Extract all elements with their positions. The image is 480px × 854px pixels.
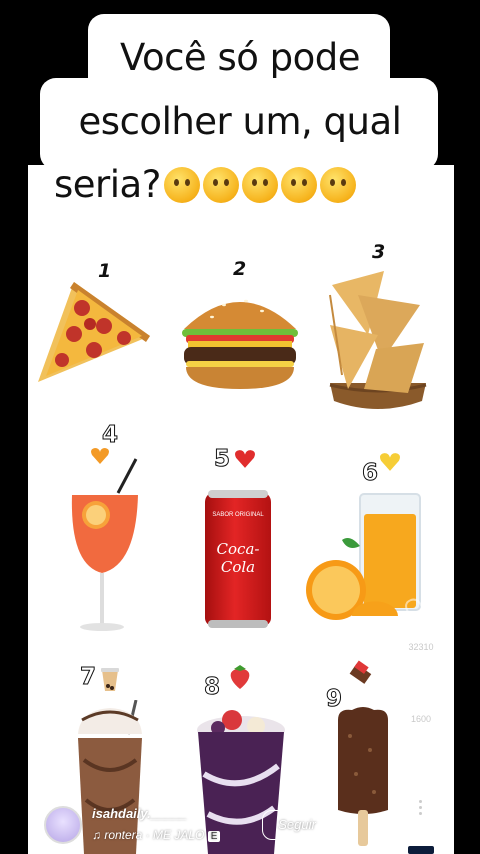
laughing-tears-face-icon xyxy=(319,167,356,203)
bubble-tea-icon xyxy=(101,668,119,691)
chocolate-bar-icon xyxy=(349,660,372,684)
coca-cola-can-image[interactable]: SABOR ORIGINAL Coca-Cola xyxy=(205,490,271,628)
save-count: 1600 xyxy=(410,714,432,724)
yum-face-icon xyxy=(241,167,278,203)
item-number-8: 8 xyxy=(203,674,221,701)
item-number-3: 3 xyxy=(372,241,386,263)
yellow-heart-icon xyxy=(380,453,400,471)
item-number-7: 7 xyxy=(79,664,97,691)
title-line-1: Você só pode xyxy=(120,36,361,79)
share-arrow-icon[interactable] xyxy=(404,748,438,778)
item-number-6: 6 xyxy=(361,460,379,487)
thinking-face-icon xyxy=(163,167,200,203)
strawberry-icon xyxy=(230,665,250,689)
can-small-text: SABOR ORIGINAL xyxy=(212,512,264,518)
item-number-5: 5 xyxy=(213,446,231,473)
like-heart-icon[interactable] xyxy=(404,598,438,628)
hamburger-image[interactable] xyxy=(176,285,304,395)
can-logo-text: Coca-Cola xyxy=(216,540,260,576)
pastel-image[interactable] xyxy=(328,265,428,415)
follow-button[interactable]: Seguir xyxy=(262,810,332,840)
music-text: ♫ rontera · ME JALO xyxy=(92,828,205,842)
music-info[interactable]: ♫ rontera · ME JALO E xyxy=(92,828,221,842)
sound-thumb[interactable] xyxy=(408,846,434,854)
red-heart-icon xyxy=(235,450,255,468)
drooling-face-icon xyxy=(202,167,239,203)
more-options-icon[interactable] xyxy=(419,800,423,818)
chocolate-ice-cream-bar-image[interactable] xyxy=(334,706,392,846)
username[interactable]: isahdaily._____ xyxy=(92,806,187,821)
can-lid xyxy=(208,490,268,498)
title-line-2: escolher um, qual xyxy=(78,100,402,143)
melting-face-icon xyxy=(280,167,317,203)
can-bottom xyxy=(208,620,268,628)
avatar[interactable] xyxy=(44,806,82,844)
save-bookmark-icon[interactable] xyxy=(404,672,438,702)
item-number-4: 4 xyxy=(101,422,119,449)
aperol-spritz-image[interactable] xyxy=(66,455,146,635)
title-line-3-text: seria? xyxy=(54,163,161,206)
title-line-3: seria? xyxy=(54,163,356,206)
like-count: 32310 xyxy=(408,642,434,652)
pizza-image[interactable] xyxy=(34,278,154,388)
explicit-badge: E xyxy=(207,831,221,842)
item-number-2: 2 xyxy=(233,258,247,280)
